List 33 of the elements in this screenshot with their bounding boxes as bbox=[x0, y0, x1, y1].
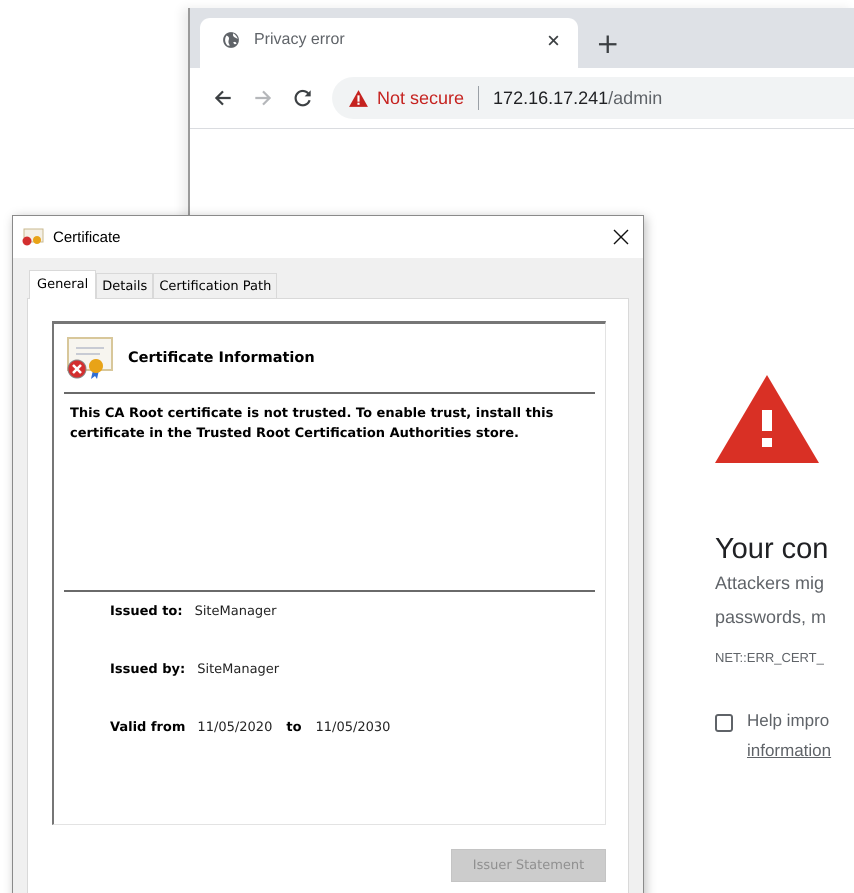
security-label: Not secure bbox=[377, 88, 464, 108]
field-label: Issued by: bbox=[110, 662, 186, 677]
certificate-icon bbox=[21, 227, 45, 247]
info-heading: Certificate Information bbox=[128, 350, 315, 366]
globe-icon bbox=[222, 31, 240, 49]
warning-text: Attackers mig bbox=[715, 572, 826, 595]
field-label: Issued to: bbox=[110, 604, 183, 619]
address-bar[interactable]: Not secure 172.16.17.241/admin bbox=[332, 77, 854, 119]
field-value: 11/05/2020 bbox=[197, 720, 272, 735]
warning-icon bbox=[715, 375, 819, 463]
checkbox[interactable] bbox=[715, 714, 733, 732]
browser-tab[interactable]: Privacy error bbox=[200, 18, 578, 68]
field-label: Valid from bbox=[110, 720, 186, 735]
new-tab-button[interactable]: + bbox=[592, 30, 624, 58]
page-heading: Your con bbox=[715, 533, 830, 566]
certificate-icon bbox=[64, 336, 114, 380]
field-label: to bbox=[286, 720, 302, 735]
window-title: Certificate bbox=[53, 228, 122, 246]
dialog-tab[interactable]: Certification Path bbox=[153, 273, 278, 298]
warning-text: passwords, m bbox=[715, 606, 828, 629]
dialog-tab[interactable]: Details bbox=[96, 273, 154, 298]
information-link[interactable]: information bbox=[747, 741, 832, 761]
field-value: 11/05/2030 bbox=[316, 720, 390, 735]
close-icon[interactable] bbox=[613, 229, 629, 245]
url-text: 172.16.17.241/admin bbox=[493, 88, 662, 108]
field-value: SiteManager bbox=[194, 604, 277, 619]
dialog-tab[interactable]: General bbox=[29, 270, 96, 299]
field-value: SiteManager bbox=[197, 662, 280, 677]
trust-message: This CA Root certificate is not trusted. To enable trust, install this certificate in the Trusted Root Certification Authorities store. bbox=[64, 394, 595, 592]
checkbox-label: Help impro bbox=[747, 711, 830, 731]
warning-icon bbox=[348, 88, 369, 108]
close-icon[interactable] bbox=[547, 34, 560, 46]
error-code: NET::ERR_CERT_ bbox=[715, 650, 825, 665]
